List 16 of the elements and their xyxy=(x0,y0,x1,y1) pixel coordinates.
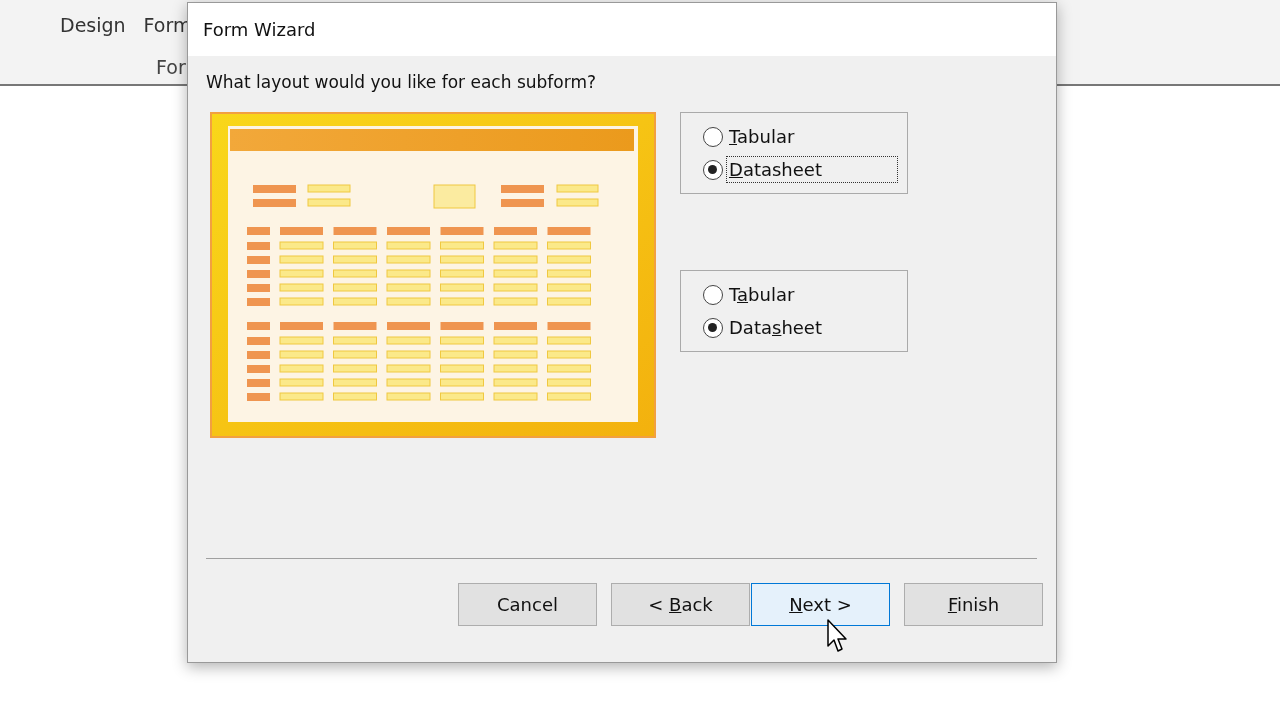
ribbon-group-label: For xyxy=(156,56,186,78)
radio-label[interactable]: Datasheet xyxy=(726,314,825,341)
radio-label[interactable]: Datasheet xyxy=(726,156,898,183)
window-title: Form Wizard xyxy=(203,19,316,40)
radio-button[interactable] xyxy=(703,317,723,338)
dialog-button[interactable]: Finish xyxy=(904,583,1043,626)
question-text: What layout would you like for each subform? xyxy=(206,72,597,92)
radio-button[interactable] xyxy=(703,284,723,305)
dialog-button[interactable]: < Back xyxy=(611,583,750,626)
dialog-button[interactable]: Cancel xyxy=(458,583,597,626)
dialog-button[interactable]: Next > xyxy=(751,583,890,626)
ribbon-label[interactable]: Design xyxy=(60,14,126,36)
radio-label[interactable]: Tabular xyxy=(726,281,798,308)
radio-button[interactable] xyxy=(703,159,723,180)
radio-button[interactable] xyxy=(703,126,723,147)
radio-label[interactable]: Tabular xyxy=(726,123,798,150)
